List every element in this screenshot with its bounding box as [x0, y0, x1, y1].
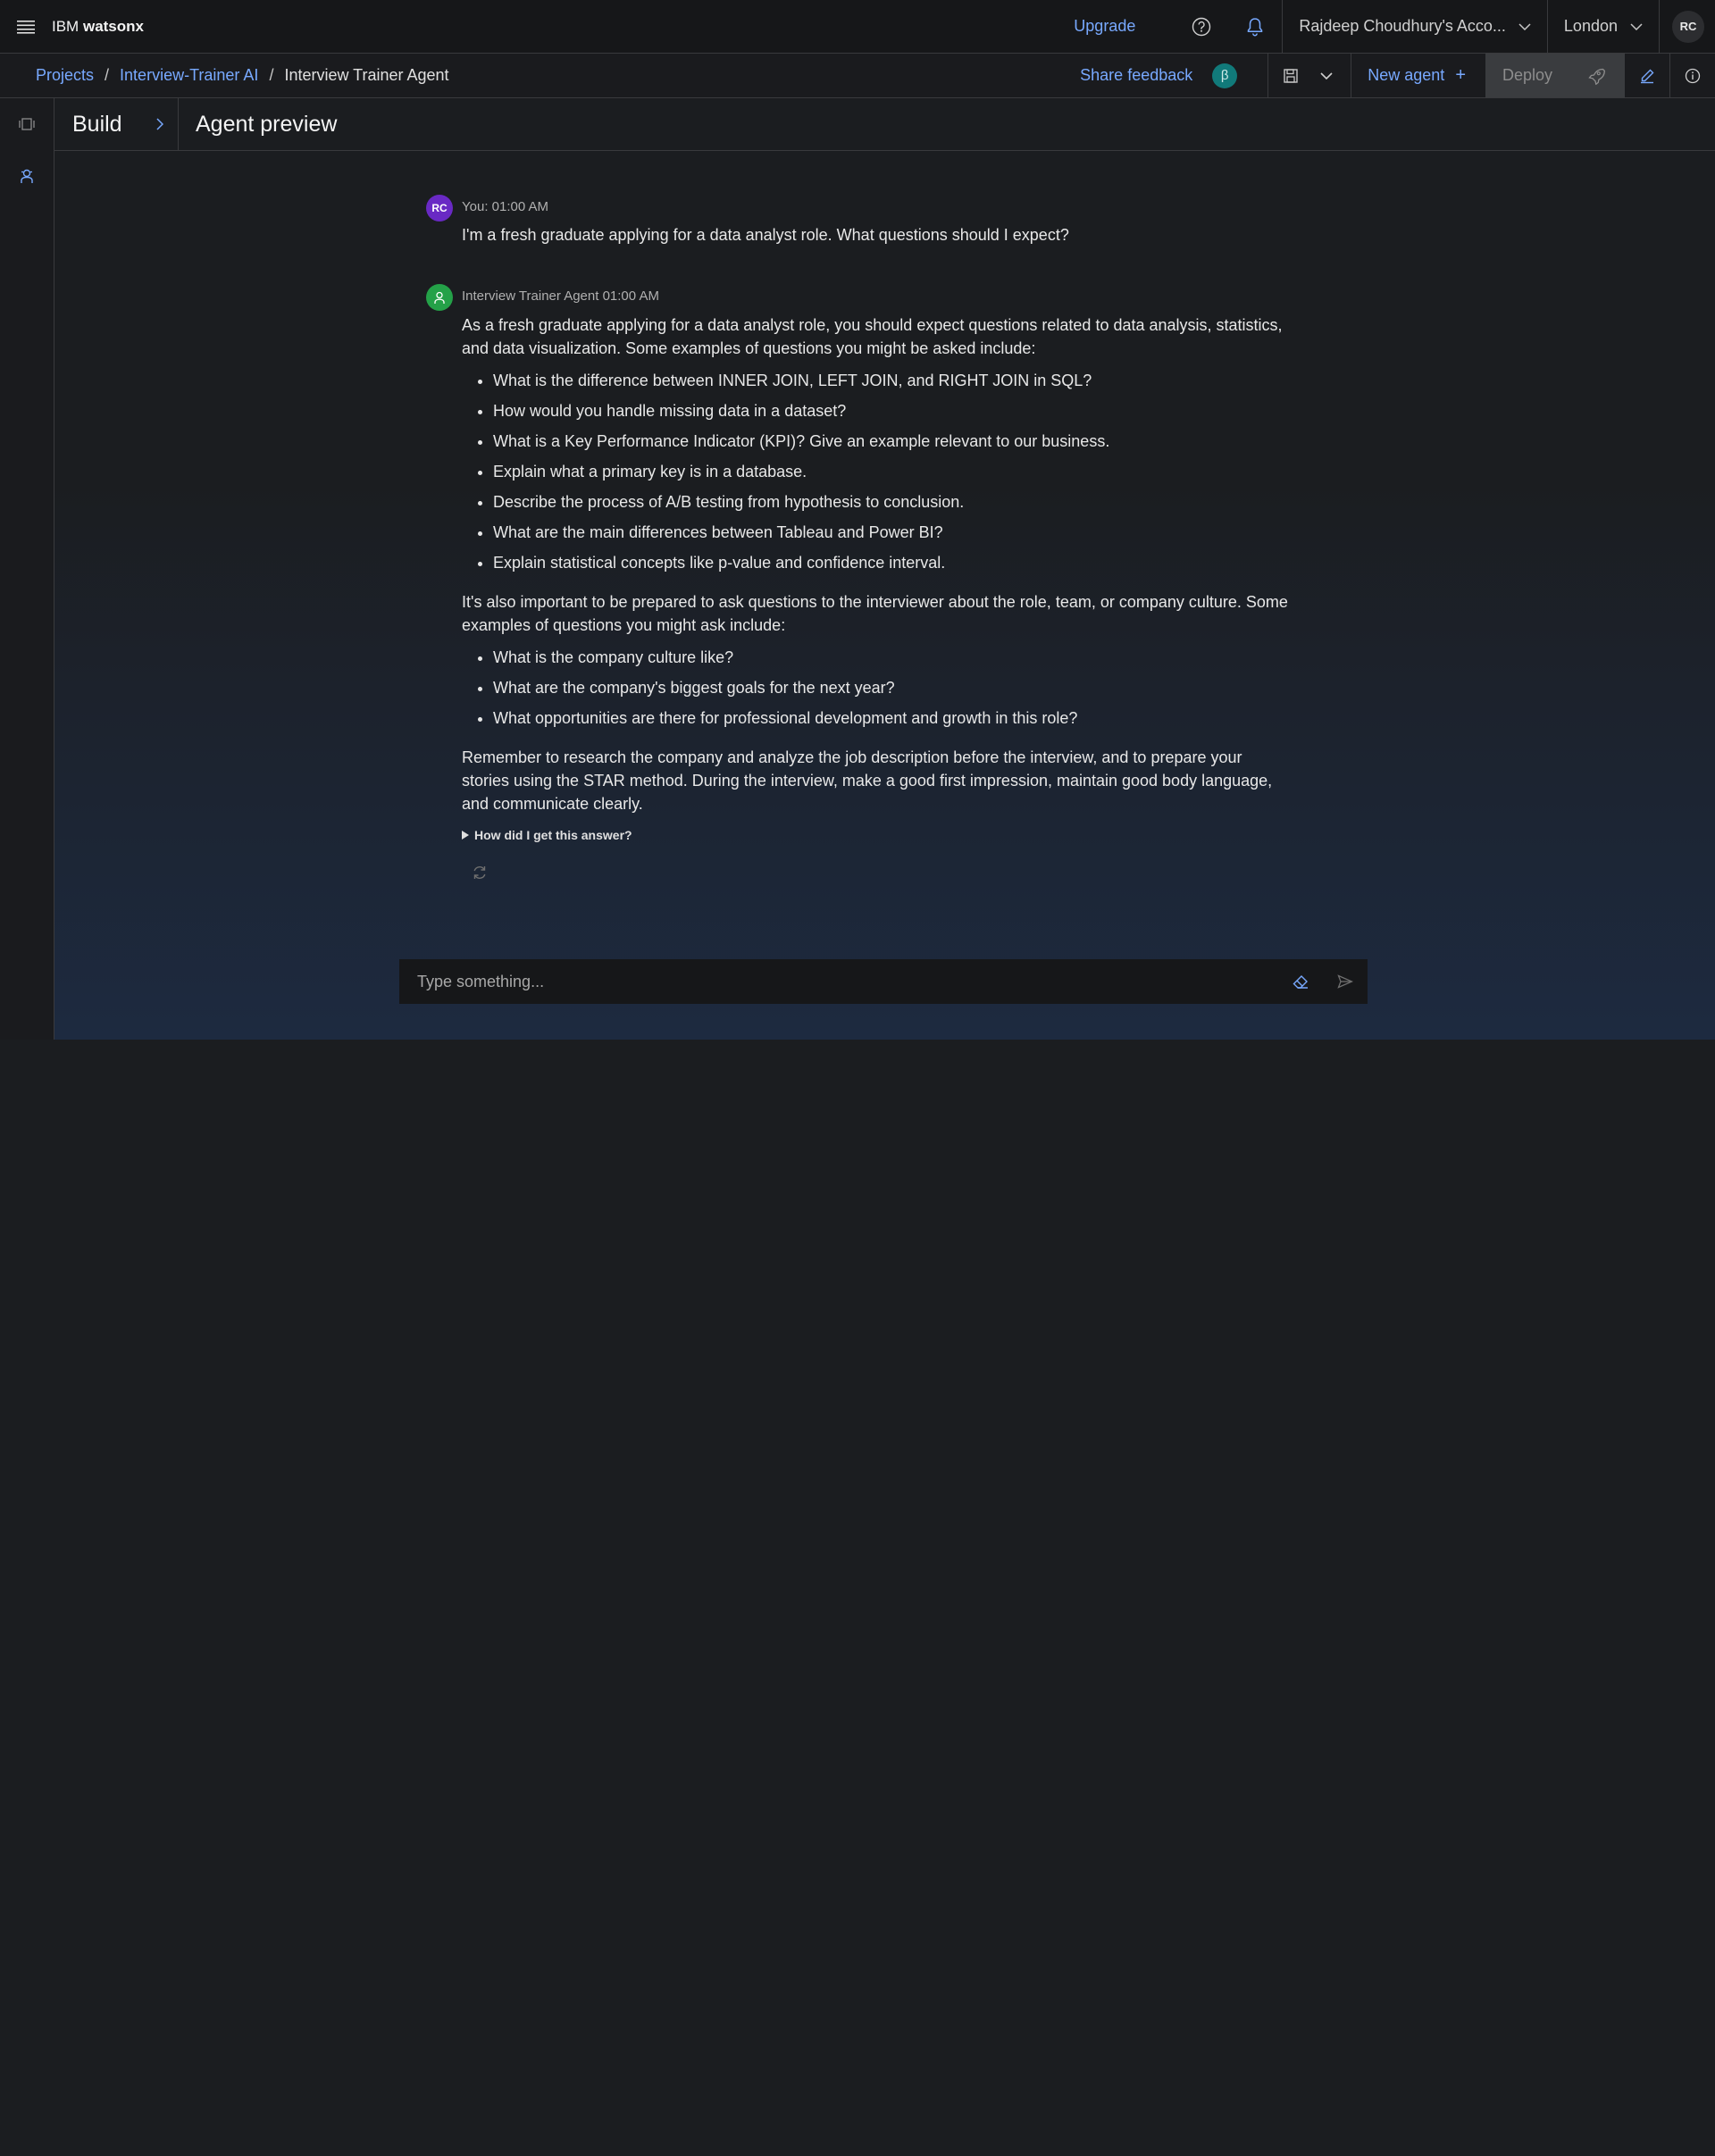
deploy-label: Deploy: [1502, 66, 1553, 84]
breadcrumb-project[interactable]: Interview-Trainer AI: [120, 66, 258, 85]
divider: [178, 98, 179, 150]
list-item: What are the company's biggest goals for…: [493, 676, 1382, 699]
region-switcher[interactable]: London: [1548, 0, 1659, 53]
list-item: Explain what a primary key is in a datab…: [493, 460, 1382, 483]
message-text: I'm a fresh graduate applying for a data…: [462, 226, 1069, 244]
questions-to-ask-list: What is the company culture like? What a…: [462, 646, 1382, 730]
page-title: Agent preview: [196, 111, 338, 137]
message-text: It's also important to be prepared to as…: [462, 593, 1288, 634]
plus-icon: +: [1455, 65, 1466, 85]
list-item: What opportunities are there for profess…: [493, 706, 1382, 730]
list-item: Describe the process of A/B testing from…: [493, 490, 1382, 514]
divider: [1659, 0, 1660, 53]
list-item: Explain statistical concepts like p-valu…: [493, 551, 1382, 574]
agent-icon[interactable]: [0, 150, 54, 202]
chevron-down-icon: [1518, 22, 1531, 30]
message-text: As a fresh graduate applying for a data …: [462, 316, 1283, 357]
top-header: IBM watsonx Upgrade Rajdeep Choudhury's …: [0, 0, 1715, 54]
list-item: What is a Key Performance Indicator (KPI…: [493, 430, 1382, 453]
brand-logo[interactable]: IBM watsonx: [52, 18, 144, 36]
message-input[interactable]: [399, 971, 1278, 992]
new-agent-label: New agent: [1368, 66, 1445, 84]
help-icon[interactable]: [1175, 0, 1228, 53]
breadcrumb-separator: /: [105, 66, 110, 84]
beta-badge: β: [1212, 63, 1238, 88]
account-switcher[interactable]: Rajdeep Choudhury's Acco...: [1283, 0, 1547, 53]
region-label: London: [1563, 17, 1618, 35]
list-item: How would you handle missing data in a d…: [493, 399, 1382, 422]
breadcrumb: Projects / Interview-Trainer AI / Interv…: [36, 66, 449, 85]
chevron-right-icon[interactable]: [142, 118, 178, 130]
regenerate-icon[interactable]: [471, 864, 489, 882]
list-item: What are the main differences between Ta…: [493, 521, 1382, 544]
chevron-down-icon[interactable]: [1313, 54, 1340, 97]
app-window: IBM watsonx Upgrade Rajdeep Choudhury's …: [0, 0, 1715, 1040]
save-icon[interactable]: [1268, 54, 1313, 97]
message-text: Remember to research the company and ana…: [462, 748, 1273, 813]
message-composer: [399, 959, 1368, 1004]
user-message: RC You: 01:00 AM I'm a fresh graduate ap…: [426, 195, 1382, 247]
breadcrumb-projects[interactable]: Projects: [36, 66, 94, 85]
how-did-i-get-this-answer-toggle[interactable]: How did I get this answer?: [462, 828, 1382, 842]
message-meta: You: 01:00 AM: [462, 199, 549, 214]
list-item: What is the difference between INNER JOI…: [493, 369, 1382, 392]
info-icon[interactable]: [1670, 54, 1715, 97]
menu-icon[interactable]: [0, 0, 52, 53]
caret-right-icon: [462, 831, 469, 840]
message-meta: Interview Trainer Agent 01:00 AM: [462, 288, 659, 304]
rocket-icon: [1588, 68, 1605, 85]
panel-header: Build Agent preview: [54, 98, 1715, 151]
expected-questions-list: What is the difference between INNER JOI…: [462, 369, 1382, 574]
notification-icon[interactable]: [1228, 0, 1282, 53]
avatar: RC: [426, 195, 453, 221]
left-rail: [0, 98, 54, 1040]
agent-tools-icon[interactable]: [0, 98, 54, 150]
list-item: What is the company culture like?: [493, 646, 1382, 669]
new-agent-button[interactable]: New agent +: [1351, 54, 1485, 97]
agent-avatar-icon: [426, 284, 453, 311]
breadcrumb-current: Interview Trainer Agent: [284, 66, 449, 84]
project-toolbar: Projects / Interview-Trainer AI / Interv…: [0, 54, 1715, 98]
edit-icon[interactable]: [1625, 54, 1669, 97]
toggle-label: How did I get this answer?: [474, 828, 632, 842]
breadcrumb-separator: /: [269, 66, 274, 84]
user-avatar[interactable]: RC: [1672, 10, 1704, 43]
account-label: Rajdeep Choudhury's Acco...: [1299, 17, 1506, 35]
send-icon[interactable]: [1323, 959, 1368, 1004]
agent-message: Interview Trainer Agent 01:00 AM As a fr…: [426, 284, 1382, 882]
main-panel: Build Agent preview RC You: 01:00 AM I'm…: [54, 98, 1715, 1040]
deploy-button[interactable]: Deploy: [1485, 54, 1625, 97]
chat-thread: RC You: 01:00 AM I'm a fresh graduate ap…: [426, 195, 1382, 882]
build-title: Build: [72, 111, 122, 137]
eraser-icon[interactable]: [1278, 959, 1323, 1004]
upgrade-link[interactable]: Upgrade: [1074, 17, 1135, 36]
share-feedback-link[interactable]: Share feedback: [1080, 66, 1192, 85]
chevron-down-icon: [1630, 22, 1643, 30]
